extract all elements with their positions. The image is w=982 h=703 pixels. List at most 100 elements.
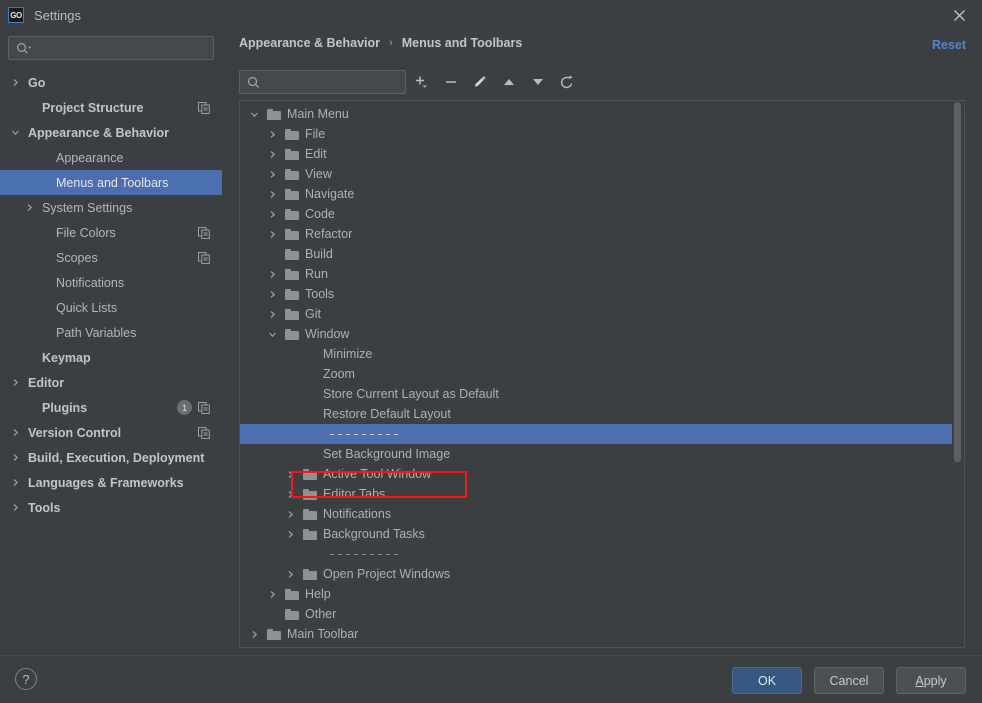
expand-toggle[interactable]	[266, 590, 279, 599]
sidebar-item-editor[interactable]: Editor	[0, 370, 222, 395]
sidebar-item-appearance-behavior[interactable]: Appearance & Behavior	[0, 120, 222, 145]
sidebar-item-notifications[interactable]: Notifications	[0, 270, 222, 295]
sidebar-search-input[interactable]	[32, 40, 213, 56]
tree-item-editor-tabs[interactable]: Editor Tabs	[240, 484, 964, 504]
sidebar-item-keymap[interactable]: Keymap	[0, 345, 222, 370]
remove-button[interactable]	[438, 70, 464, 94]
tree-search-box[interactable]	[239, 70, 421, 94]
sidebar-item-languages-frameworks[interactable]: Languages & Frameworks	[0, 470, 222, 495]
expand-toggle[interactable]	[266, 150, 279, 159]
sidebar-item-project-structure[interactable]: Project Structure	[0, 95, 222, 120]
tree-item-code[interactable]: Code	[240, 204, 964, 224]
sidebar-item-label: Keymap	[42, 350, 91, 365]
sidebar-item-path-variables[interactable]: Path Variables	[0, 320, 222, 345]
expand-toggle[interactable]	[8, 478, 22, 487]
apply-button[interactable]: Apply	[896, 667, 966, 694]
tree-item-zoom[interactable]: Zoom	[240, 364, 964, 384]
restore-button[interactable]	[554, 70, 580, 94]
tree-item-other[interactable]: Other	[240, 604, 964, 624]
tree-scrollbar-thumb[interactable]	[954, 102, 961, 462]
tree-item-minimize[interactable]: Minimize	[240, 344, 964, 364]
tree-item-run[interactable]: Run	[240, 264, 964, 284]
chevron-right-icon	[13, 429, 18, 436]
close-icon[interactable]	[936, 0, 982, 30]
tree-item-file[interactable]: File	[240, 124, 964, 144]
expand-toggle[interactable]	[284, 510, 297, 519]
edit-button[interactable]	[467, 70, 493, 94]
sidebar-item-menus-and-toolbars[interactable]: Menus and Toolbars	[0, 170, 222, 195]
expand-toggle[interactable]	[284, 490, 297, 499]
move-down-button[interactable]	[525, 70, 551, 94]
tree-item-edit[interactable]: Edit	[240, 144, 964, 164]
tree-item-window[interactable]: Window	[240, 324, 964, 344]
tree-item-notifications[interactable]: Notifications	[240, 504, 964, 524]
tree-item-view[interactable]: View	[240, 164, 964, 184]
tree-separator[interactable]	[240, 424, 964, 444]
expand-toggle[interactable]	[8, 503, 22, 512]
tree-item-store-current-layout-as-default[interactable]: Store Current Layout as Default	[240, 384, 964, 404]
tree-item-git[interactable]: Git	[240, 304, 964, 324]
move-up-button[interactable]	[496, 70, 522, 94]
expand-toggle[interactable]	[248, 630, 261, 639]
tree-item-main-toolbar[interactable]: Main Toolbar	[240, 624, 964, 644]
copy-settings-icon[interactable]	[198, 226, 210, 239]
sidebar-search-box[interactable]	[8, 36, 214, 60]
copy-settings-icon[interactable]	[198, 426, 210, 439]
chevron-right-icon	[13, 379, 18, 386]
expand-toggle[interactable]	[266, 170, 279, 179]
expand-toggle[interactable]	[284, 470, 297, 479]
copy-settings-icon[interactable]	[198, 251, 210, 264]
sidebar-item-tools[interactable]: Tools	[0, 495, 222, 520]
cancel-button[interactable]: Cancel	[814, 667, 884, 694]
expand-toggle[interactable]	[8, 128, 22, 137]
sidebar-item-file-colors[interactable]: File Colors	[0, 220, 222, 245]
tree-scrollbar-track[interactable]	[952, 101, 964, 647]
ok-button[interactable]: OK	[732, 667, 802, 694]
expand-toggle[interactable]	[266, 290, 279, 299]
sidebar-item-build-execution-deployment[interactable]: Build, Execution, Deployment	[0, 445, 222, 470]
expand-toggle[interactable]	[8, 78, 22, 87]
tree-item-tools[interactable]: Tools	[240, 284, 964, 304]
copy-settings-icon[interactable]	[198, 401, 210, 414]
tree-separator[interactable]	[240, 544, 964, 564]
add-button[interactable]	[409, 70, 435, 94]
expand-toggle[interactable]	[266, 270, 279, 279]
sidebar-item-version-control[interactable]: Version Control	[0, 420, 222, 445]
tree-item-restore-default-layout[interactable]: Restore Default Layout	[240, 404, 964, 424]
reset-link[interactable]: Reset	[932, 38, 966, 52]
sidebar-item-appearance[interactable]: Appearance	[0, 145, 222, 170]
expand-toggle[interactable]	[8, 453, 22, 462]
expand-toggle[interactable]	[266, 190, 279, 199]
breadcrumb-root[interactable]: Appearance & Behavior	[239, 36, 380, 50]
expand-toggle[interactable]	[266, 130, 279, 139]
sidebar-item-plugins[interactable]: Plugins 1	[0, 395, 222, 420]
sidebar-item-scopes[interactable]: Scopes	[0, 245, 222, 270]
expand-toggle[interactable]	[8, 428, 22, 437]
tree-item-navigate[interactable]: Navigate	[240, 184, 964, 204]
tree-item-help[interactable]: Help	[240, 584, 964, 604]
tree-item-main-menu[interactable]: Main Menu	[240, 104, 964, 124]
sidebar-item-quick-lists[interactable]: Quick Lists	[0, 295, 222, 320]
expand-toggle[interactable]	[8, 378, 22, 387]
expand-toggle[interactable]	[266, 230, 279, 239]
help-button[interactable]: ?	[15, 668, 37, 690]
pencil-icon	[475, 76, 486, 87]
tree-search-input[interactable]	[260, 74, 421, 90]
expand-toggle[interactable]	[266, 310, 279, 319]
chevron-right-icon	[270, 270, 276, 278]
expand-toggle[interactable]	[284, 530, 297, 539]
sidebar-item-system-settings[interactable]: System Settings	[0, 195, 222, 220]
expand-toggle[interactable]	[22, 203, 36, 212]
tree-item-background-tasks[interactable]: Background Tasks	[240, 524, 964, 544]
tree-item-open-project-windows[interactable]: Open Project Windows	[240, 564, 964, 584]
copy-settings-icon[interactable]	[198, 101, 210, 114]
expand-toggle[interactable]	[284, 570, 297, 579]
sidebar-item-go[interactable]: Go	[0, 70, 222, 95]
tree-item-active-tool-window[interactable]: Active Tool Window	[240, 464, 964, 484]
tree-item-refactor[interactable]: Refactor	[240, 224, 964, 244]
tree-item-build[interactable]: Build	[240, 244, 964, 264]
expand-toggle[interactable]	[266, 330, 279, 339]
tree-item-set-background-image[interactable]: Set Background Image	[240, 444, 964, 464]
expand-toggle[interactable]	[248, 110, 261, 119]
expand-toggle[interactable]	[266, 210, 279, 219]
